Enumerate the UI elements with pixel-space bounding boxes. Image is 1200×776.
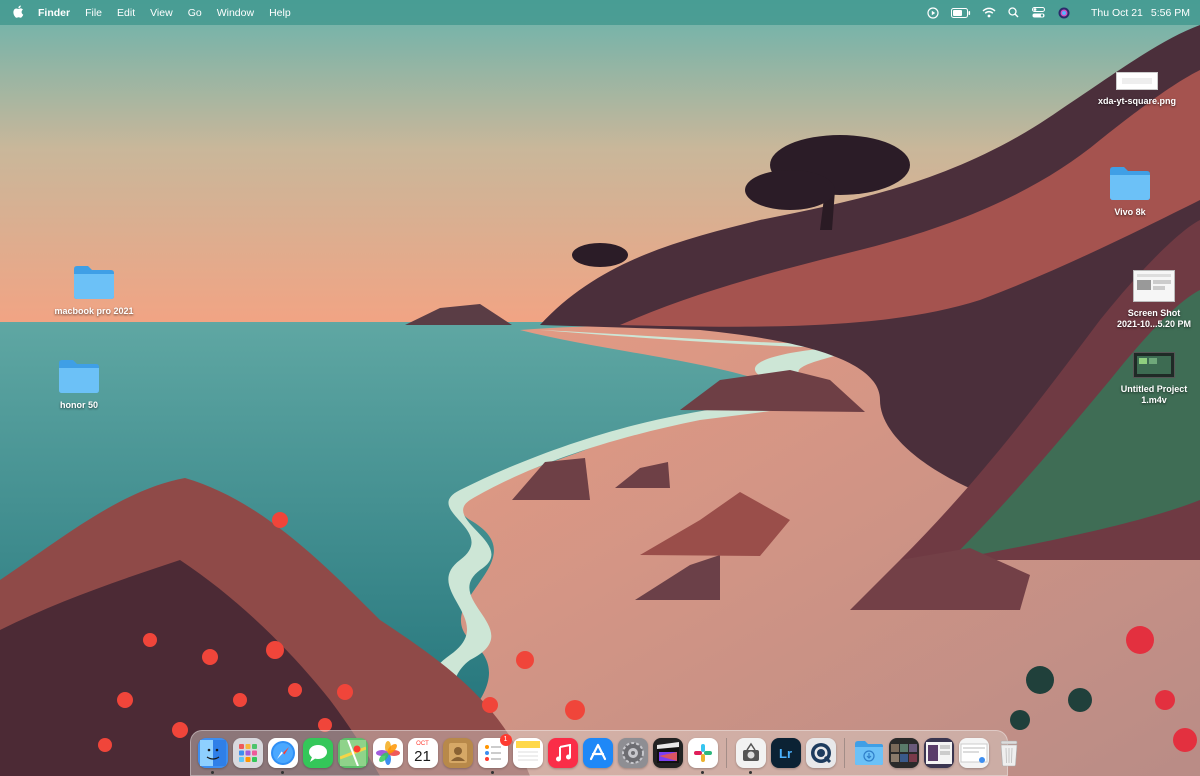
menu-file[interactable]: File [85,7,102,19]
dock-document-stack-icon[interactable] [958,738,989,768]
dock-app-store-icon[interactable] [582,738,613,768]
running-indicator [210,771,214,774]
desktop-folder-label: honor 50 [59,400,98,410]
running-indicator [700,771,704,774]
dock-maps-icon[interactable] [337,738,368,768]
control-center-icon[interactable] [1032,6,1046,20]
image-file-icon [1116,72,1158,92]
dock-music-icon[interactable] [547,738,578,768]
dock-finder-icon[interactable] [197,738,228,774]
running-indicator [280,771,284,774]
screenshot-file-icon [1133,270,1175,304]
desktop-file-label-line1: Screen Shot [1127,308,1181,318]
play-icon[interactable] [926,6,940,20]
dock-separator [844,738,845,768]
menu-bar: Finder File Edit View Go Window Help Thu… [0,0,1200,25]
desktop-file-xda-yt-square[interactable]: xda-yt-square.png [1082,72,1192,107]
desktop-folder-honor-50[interactable]: honor 50 [24,358,134,411]
folder-icon [1108,165,1152,203]
dock-stack-icon[interactable] [888,738,919,768]
dock-notes-icon[interactable] [512,738,543,768]
dock-reminders-icon[interactable]: 1 [477,734,512,774]
folder-icon [72,264,116,302]
clock-date: Thu Oct 21 [1090,6,1143,19]
desktop-file-label-line2: 2021-10...5.20 PM [1116,319,1192,329]
siri-icon[interactable] [1057,6,1071,20]
menu-edit[interactable]: Edit [117,7,135,19]
status-area: Thu Oct 21 5:56 PM [915,6,1190,20]
calendar-day: 21 [414,748,431,765]
desktop-file-label-line1: Untitled Project [1120,384,1188,394]
desktop-screen: Finder File Edit View Go Window Help Thu… [0,0,1200,776]
desktop-folder-vivo-8k[interactable]: Vivo 8k [1075,165,1185,218]
desktop-folder-macbook-pro-2021[interactable]: macbook pro 2021 [39,264,149,317]
dock-separator [726,738,727,768]
dock-contacts-icon[interactable] [442,738,473,768]
lightroom-text: Lr [779,745,792,761]
dock-photos-icon[interactable] [372,738,403,768]
menu-finder[interactable]: Finder [38,7,70,19]
dock-calendar-icon[interactable]: OCT 21 [407,738,438,768]
battery-icon[interactable] [950,6,971,20]
dock-gear-icon[interactable] [617,738,648,768]
desktop-file-untitled-project[interactable]: Untitled Project 1.m4v [1099,352,1200,406]
notification-badge: 1 [499,734,512,746]
menu-window[interactable]: Window [217,7,254,19]
menu-clock[interactable]: Thu Oct 21 5:56 PM [1085,7,1190,19]
dock-final-cut-icon[interactable] [652,738,683,768]
folder-icon [57,358,101,396]
video-file-icon [1133,352,1175,380]
calendar-month: OCT [416,741,429,747]
running-indicator [748,771,752,774]
clock-time: 5:56 PM [1150,6,1190,19]
dock-trash-icon[interactable] [994,738,1024,768]
dock-slack-icon[interactable] [687,738,718,774]
menu-help[interactable]: Help [269,7,291,19]
menu-go[interactable]: Go [188,7,202,19]
dock-messages-icon[interactable] [302,738,333,768]
wifi-icon[interactable] [982,6,996,20]
menu-view[interactable]: View [150,7,173,19]
running-indicator [490,771,494,774]
dock-downloads-folder-icon[interactable] [854,738,884,768]
desktop-folder-label: macbook pro 2021 [54,306,134,316]
desktop-file-screen-shot[interactable]: Screen Shot 2021-10...5.20 PM [1099,270,1200,330]
dock-lightroom-icon[interactable]: Lr [770,738,801,768]
desktop-file-label-line2: 1.m4v [1141,395,1167,405]
dock-quicktime-icon[interactable] [805,738,836,768]
search-icon[interactable] [1007,6,1021,20]
apple-icon[interactable] [10,5,26,21]
dock-image-capture-icon[interactable] [735,738,766,774]
desktop-folder-label: Vivo 8k [1114,207,1146,217]
dock: OCT 21 1 Lr [190,730,1017,776]
dock-screenshot-stack-icon[interactable] [923,738,954,768]
desktop-file-label: xda-yt-square.png [1097,96,1176,106]
dock-safari-icon[interactable] [267,738,298,774]
dock-launchpad-icon[interactable] [232,738,263,768]
wallpaper [0,0,1200,776]
